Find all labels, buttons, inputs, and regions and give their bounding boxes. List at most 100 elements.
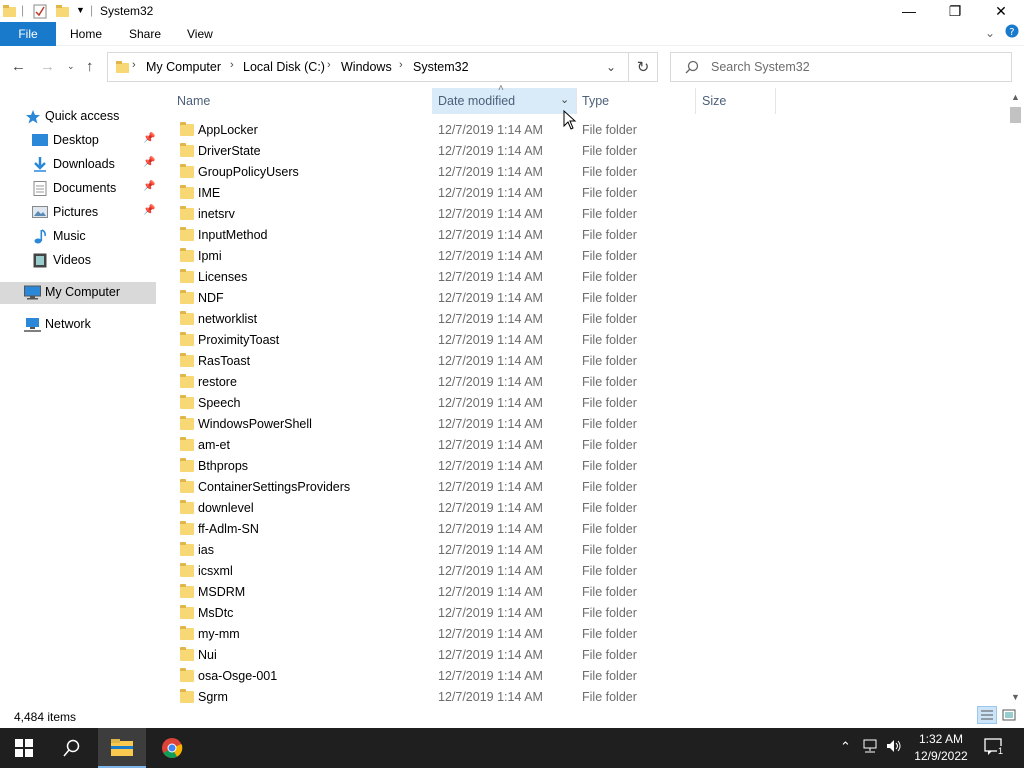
column-divider[interactable] xyxy=(775,88,776,114)
pin-icon[interactable]: 📌 xyxy=(143,133,155,144)
file-row[interactable]: networklist 12/7/2019 1:14 AM File folder xyxy=(170,309,1010,330)
file-row[interactable]: GroupPolicyUsers 12/7/2019 1:14 AM File fo… xyxy=(170,162,1010,183)
back-arrow-icon[interactable]: ← xyxy=(11,58,26,75)
file-row[interactable]: icsxml 12/7/2019 1:14 AM File folder xyxy=(170,561,1010,582)
breadcrumb-windows[interactable]: Windows xyxy=(341,60,392,74)
file-row[interactable]: RasToast 12/7/2019 1:14 AM File folder xyxy=(170,351,1010,372)
sidebar-item-label: Pictures xyxy=(53,205,99,219)
tab-view[interactable]: View xyxy=(187,27,213,41)
close-button[interactable]: ✕ xyxy=(978,0,1024,22)
file-row[interactable]: DriverState 12/7/2019 1:14 AM File folder xyxy=(170,141,1010,162)
file-row[interactable]: downlevel 12/7/2019 1:14 AM File folder xyxy=(170,498,1010,519)
column-header-type[interactable]: Type xyxy=(582,94,609,108)
file-row[interactable]: am-et 12/7/2019 1:14 AM File folder xyxy=(170,435,1010,456)
search-input[interactable]: Search System32 xyxy=(711,60,810,74)
file-row[interactable]: MsDtc 12/7/2019 1:14 AM File folder xyxy=(170,603,1010,624)
new-folder-icon[interactable] xyxy=(56,4,70,21)
sidebar-item-documents[interactable]: Documents 📌 xyxy=(0,178,156,200)
properties-icon[interactable] xyxy=(33,4,47,22)
sidebar-item-network[interactable]: Network xyxy=(0,314,156,336)
chevron-right-icon[interactable]: › xyxy=(132,59,136,71)
file-row[interactable]: ias 12/7/2019 1:14 AM File folder xyxy=(170,540,1010,561)
file-row[interactable]: NDF 12/7/2019 1:14 AM File folder xyxy=(170,288,1010,309)
file-row[interactable]: IME 12/7/2019 1:14 AM File folder xyxy=(170,183,1010,204)
sidebar-item-my-computer[interactable]: My Computer xyxy=(0,282,156,304)
forward-arrow-icon[interactable]: → xyxy=(40,58,55,75)
file-row[interactable]: ff-Adlm-SN 12/7/2019 1:14 AM File folder xyxy=(170,519,1010,540)
search-box[interactable]: Search System32 xyxy=(670,52,1012,82)
folder-icon xyxy=(180,416,194,430)
search-button[interactable] xyxy=(48,728,96,768)
minimize-button[interactable]: — xyxy=(886,0,932,22)
file-row[interactable]: ContainerSettingsProviders 12/7/2019 1:14… xyxy=(170,477,1010,498)
column-filter-dropdown-icon[interactable]: ⌄ xyxy=(560,93,569,106)
start-button[interactable] xyxy=(0,728,48,768)
file-row[interactable]: InputMethod 12/7/2019 1:14 AM File folder xyxy=(170,225,1010,246)
file-row[interactable]: osa-Osge-001 12/7/2019 1:14 AM File folder xyxy=(170,666,1010,687)
system-clock[interactable]: 1:32 AM 12/9/2022 xyxy=(906,731,976,765)
details-view-button[interactable] xyxy=(977,706,997,724)
sidebar-item-desktop[interactable]: Desktop 📌 xyxy=(0,130,156,152)
breadcrumb-my-computer[interactable]: My Computer xyxy=(146,60,221,74)
file-name: RasToast xyxy=(198,354,251,368)
chevron-right-icon[interactable]: › xyxy=(399,59,403,71)
maximize-button[interactable]: ❐ xyxy=(932,0,978,22)
file-row[interactable]: Sgrm 12/7/2019 1:14 AM File folder xyxy=(170,687,1010,708)
chevron-right-icon[interactable]: › xyxy=(327,59,331,71)
file-row[interactable]: inetsrv 12/7/2019 1:14 AM File folder xyxy=(170,204,1010,225)
address-bar[interactable]: › My Computer › Local Disk (C:) › Window… xyxy=(107,52,629,82)
file-row[interactable]: WindowsPowerShell 12/7/2019 1:14 AM File f… xyxy=(170,414,1010,435)
file-row[interactable]: restore 12/7/2019 1:14 AM File folder xyxy=(170,372,1010,393)
chrome-taskbar-button[interactable] xyxy=(148,728,196,768)
large-icons-view-icon xyxy=(1002,709,1016,721)
column-header-size[interactable]: Size xyxy=(702,94,726,108)
breadcrumb-local-disk[interactable]: Local Disk (C:) xyxy=(243,60,325,74)
tab-home[interactable]: Home xyxy=(70,27,102,41)
sidebar-item-videos[interactable]: Videos xyxy=(0,250,156,272)
file-row[interactable]: AppLocker 12/7/2019 1:14 AM File folder xyxy=(170,120,1010,141)
up-arrow-icon[interactable]: ↑ xyxy=(86,58,94,75)
column-header-date-modified[interactable]: ˄ Date modified ⌄ xyxy=(432,83,576,114)
breadcrumb-system32[interactable]: System32 xyxy=(413,60,469,74)
folder-icon xyxy=(3,4,17,21)
file-row[interactable]: Nui 12/7/2019 1:14 AM File folder xyxy=(170,645,1010,666)
tab-share[interactable]: Share xyxy=(129,27,161,41)
file-row[interactable]: Licenses 12/7/2019 1:14 AM File folder xyxy=(170,267,1010,288)
notifications-button[interactable]: 1 xyxy=(984,737,1005,760)
file-row[interactable]: ProximityToast 12/7/2019 1:14 AM File fold… xyxy=(170,330,1010,351)
file-row[interactable]: my-mm 12/7/2019 1:14 AM File folder xyxy=(170,624,1010,645)
pin-icon[interactable]: 📌 xyxy=(143,181,155,192)
network-status-icon[interactable] xyxy=(862,739,878,756)
sidebar-item-music[interactable]: Music xyxy=(0,226,156,248)
file-row[interactable]: MSDRM 12/7/2019 1:14 AM File folder xyxy=(170,582,1010,603)
expand-ribbon-icon[interactable]: ⌄ xyxy=(985,26,995,40)
scroll-up-icon[interactable]: ▲ xyxy=(1011,92,1020,102)
sidebar-item-pictures[interactable]: Pictures 📌 xyxy=(0,202,156,224)
sidebar-item-downloads[interactable]: Downloads 📌 xyxy=(0,154,156,176)
file-explorer-taskbar-button[interactable] xyxy=(98,728,146,768)
column-header-name[interactable]: Name xyxy=(177,94,210,108)
scrollbar-thumb[interactable] xyxy=(1010,107,1021,123)
file-row[interactable]: Speech 12/7/2019 1:14 AM File folder xyxy=(170,393,1010,414)
file-row[interactable]: Bthprops 12/7/2019 1:14 AM File folder xyxy=(170,456,1010,477)
pin-icon[interactable]: 📌 xyxy=(143,157,155,168)
address-dropdown-icon[interactable]: ⌄ xyxy=(606,60,616,74)
tab-file[interactable]: File xyxy=(0,22,56,46)
chevron-right-icon[interactable]: › xyxy=(230,59,234,71)
file-date-modified: 12/7/2019 1:14 AM xyxy=(438,207,543,221)
large-icons-view-button[interactable] xyxy=(999,706,1019,724)
scroll-down-icon[interactable]: ▼ xyxy=(1011,692,1020,702)
sidebar-item-quick-access[interactable]: Quick access xyxy=(0,106,156,128)
folder-icon xyxy=(180,227,194,241)
refresh-button[interactable]: ↻ xyxy=(629,52,658,82)
help-icon[interactable]: ? xyxy=(1005,24,1019,41)
volume-icon[interactable] xyxy=(886,739,902,756)
customize-quick-access-icon[interactable]: ▼ xyxy=(76,5,85,15)
recent-locations-icon[interactable]: ⌄ xyxy=(67,61,75,72)
pin-icon[interactable]: 📌 xyxy=(143,205,155,216)
file-row[interactable]: Ipmi 12/7/2019 1:14 AM File folder xyxy=(170,246,1010,267)
clock-time: 1:32 AM xyxy=(918,732,964,746)
vertical-scrollbar[interactable]: ▲ ▼ xyxy=(1007,92,1024,706)
show-hidden-icons-icon[interactable]: ⌃ xyxy=(840,739,851,755)
column-divider[interactable] xyxy=(695,88,696,114)
